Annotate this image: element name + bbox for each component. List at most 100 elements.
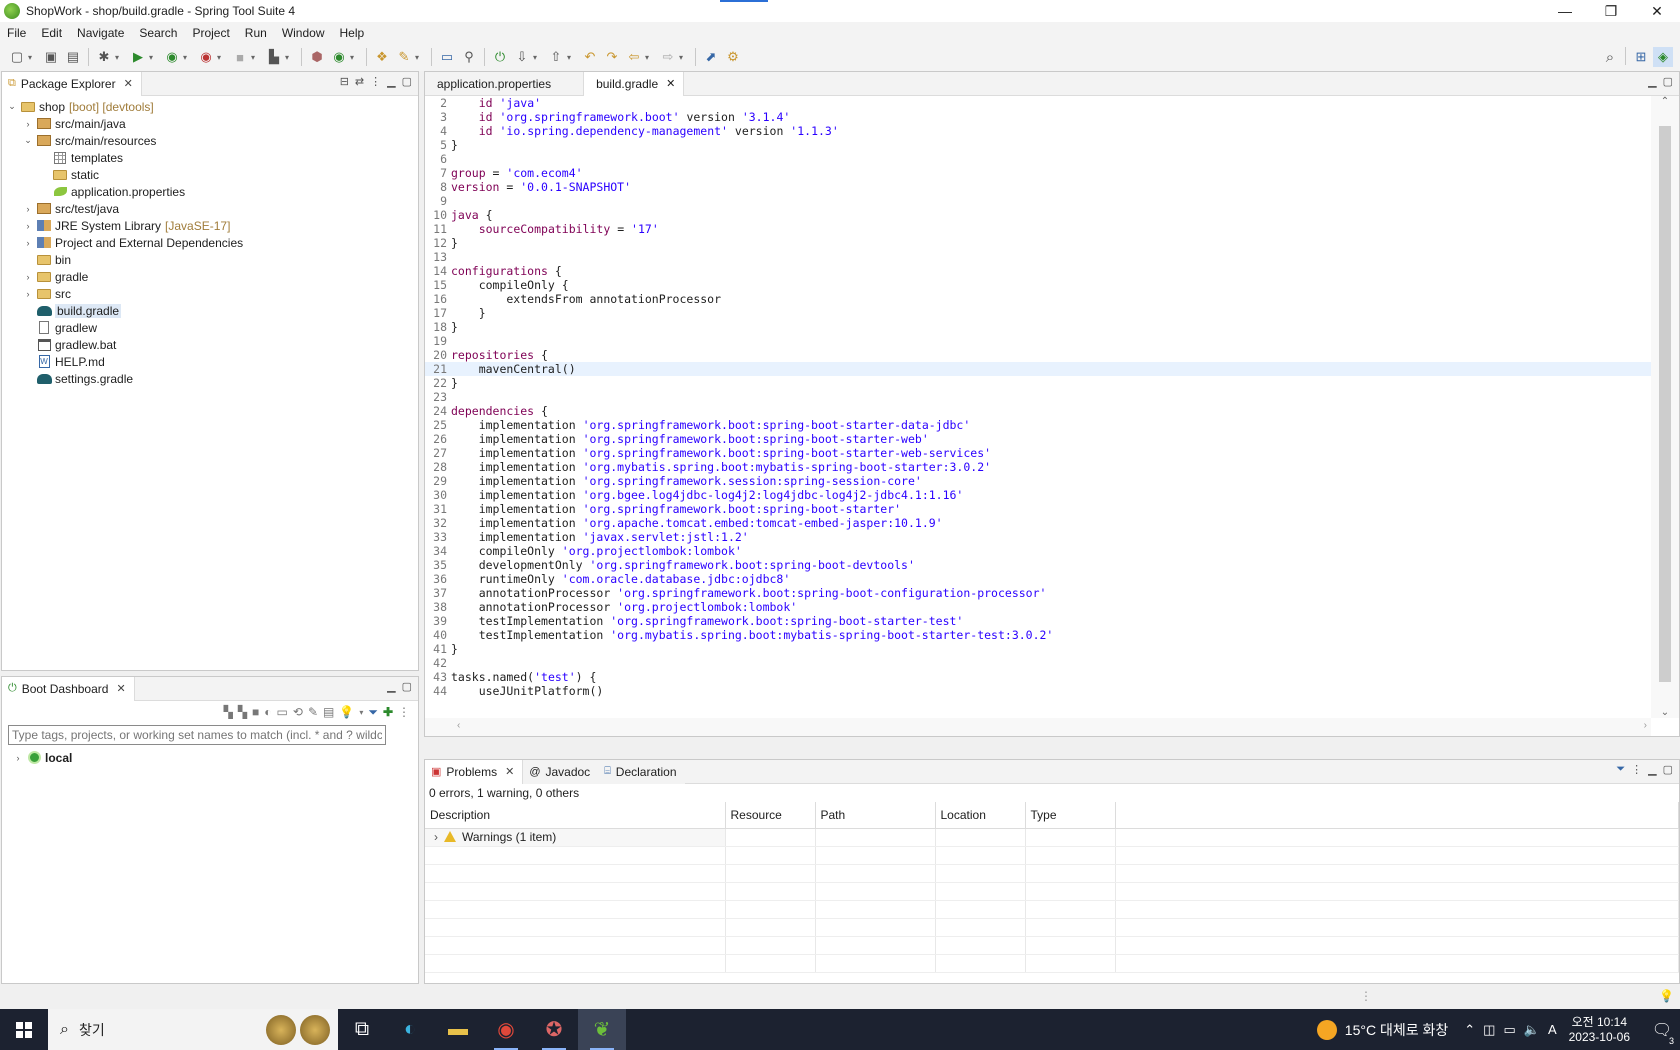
code-line[interactable]: 29 implementation 'org.springframework.s… — [425, 474, 1651, 488]
tab-application-properties[interactable]: application.properties — [425, 72, 559, 96]
weather-widget[interactable]: 15°C 대체로 화창 — [1316, 1019, 1448, 1040]
close-icon[interactable]: ✕ — [505, 765, 514, 778]
open-perspective-icon[interactable]: ⊞ — [1631, 47, 1651, 67]
code-line[interactable]: 10 java { — [425, 208, 1651, 222]
code-line[interactable]: 13 — [425, 250, 1651, 264]
view-menu-icon[interactable]: ⋮ — [398, 705, 410, 719]
code-line[interactable]: 31 implementation 'org.springframework.b… — [425, 502, 1651, 516]
tab-package-explorer[interactable]: ⧉ Package Explorer ✕ — [2, 71, 142, 96]
code-line[interactable]: 20 repositories { — [425, 348, 1651, 362]
close-icon[interactable]: ✕ — [666, 77, 675, 90]
ime-indicator[interactable]: A — [1548, 1022, 1557, 1038]
lightbulb-icon[interactable]: 💡 — [1659, 989, 1674, 1003]
code-line[interactable]: 2 id 'java' — [425, 96, 1651, 110]
tree-item[interactable]: build.gradle — [2, 302, 418, 319]
code-line[interactable]: 21 mavenCentral() — [425, 362, 1651, 376]
last-edit-icon[interactable]: ↶ — [580, 47, 600, 67]
menu-navigate[interactable]: Navigate — [70, 26, 132, 40]
horizontal-scrollbar[interactable]: ‹ › — [425, 718, 1651, 736]
open-type-icon[interactable]: ❖ — [372, 47, 392, 67]
volume-icon[interactable]: 🔈 — [1524, 1022, 1540, 1038]
close-icon[interactable]: ✕ — [116, 682, 125, 695]
edit-icon[interactable]: ✎ — [308, 705, 318, 719]
menu-file[interactable]: File — [0, 26, 34, 40]
code-line[interactable]: 4 id 'io.spring.dependency-management' v… — [425, 124, 1651, 138]
chevron-right-icon[interactable]: › — [22, 119, 34, 129]
open-task-icon[interactable]: ✎ — [394, 47, 414, 67]
code-line[interactable]: 25 implementation 'org.springframework.b… — [425, 418, 1651, 432]
code-line[interactable]: 12} — [425, 236, 1651, 250]
relaunch-icon[interactable]: ▙ — [264, 47, 284, 67]
tree-item[interactable]: gradlew.bat — [2, 336, 418, 353]
code-line[interactable]: 26 implementation 'org.springframework.b… — [425, 432, 1651, 446]
forward-icon[interactable]: ⇨ — [658, 47, 678, 67]
tab-problems[interactable]: ▣ Problems ✕ — [425, 759, 524, 784]
chevron-down-icon[interactable]: ▾ — [183, 53, 191, 62]
chevron-down-icon[interactable]: ▾ — [251, 53, 259, 62]
next-annotation-icon[interactable]: ⇩ — [512, 47, 532, 67]
scroll-up-icon[interactable]: ⌃ — [1651, 96, 1679, 107]
column-description[interactable]: Description — [425, 802, 726, 829]
minimize-icon[interactable]: ▁ — [1648, 75, 1656, 88]
tree-item[interactable]: static — [2, 166, 418, 183]
chevron-down-icon[interactable]: ⌄ — [6, 101, 18, 112]
debug-icon[interactable]: ✱ — [94, 47, 114, 67]
code-line[interactable]: 42 — [425, 656, 1651, 670]
stop-icon[interactable]: ■ — [252, 705, 259, 719]
close-icon[interactable]: ✕ — [124, 77, 133, 90]
back-icon[interactable]: ⇦ — [624, 47, 644, 67]
code-line[interactable]: 38 annotationProcessor 'org.projectlombo… — [425, 600, 1651, 614]
chevron-right-icon[interactable]: › — [12, 753, 24, 763]
restore-button[interactable]: ❐ — [1588, 0, 1634, 22]
add-icon[interactable]: ✚ — [383, 705, 393, 719]
close-button[interactable]: ✕ — [1634, 0, 1680, 22]
run-icon[interactable]: ▶ — [128, 47, 148, 67]
tree-item[interactable]: W HELP.md — [2, 353, 418, 370]
boot-dashboard-item-local[interactable]: › local — [2, 749, 418, 766]
tree-item[interactable]: ⌄ src/main/resources — [2, 132, 418, 149]
chevron-down-icon[interactable]: ⌄ — [22, 135, 34, 146]
pin-editor-icon[interactable]: ⬈ — [701, 47, 721, 67]
view-menu-icon[interactable]: ⋮ — [1631, 763, 1642, 776]
save-all-icon[interactable]: ▤ — [63, 47, 83, 67]
previous-annotation-icon[interactable]: ⇧ — [546, 47, 566, 67]
save-icon[interactable]: ▣ — [41, 47, 61, 67]
code-line[interactable]: 28 implementation 'org.mybatis.spring.bo… — [425, 460, 1651, 474]
code-line[interactable]: 39 testImplementation 'org.springframewo… — [425, 614, 1651, 628]
spring-perspective-icon[interactable]: ◈ — [1653, 47, 1673, 67]
chevron-down-icon[interactable]: ▾ — [350, 53, 358, 62]
new-icon[interactable]: ▢ — [7, 47, 27, 67]
minimize-icon[interactable]: ▁ — [387, 75, 395, 88]
chevron-down-icon[interactable]: ▾ — [567, 53, 575, 62]
chevron-down-icon[interactable]: ▾ — [149, 53, 157, 62]
code-line[interactable]: 36 runtimeOnly 'com.oracle.database.jdbc… — [425, 572, 1651, 586]
menu-edit[interactable]: Edit — [34, 26, 70, 40]
code-line[interactable]: 5} — [425, 138, 1651, 152]
menu-run[interactable]: Run — [238, 26, 275, 40]
chevron-down-icon[interactable]: ▾ — [217, 53, 225, 62]
tab-declaration[interactable]: ⌸ Declaration — [598, 759, 685, 784]
external-tools-icon[interactable]: ◉ — [196, 47, 216, 67]
debug-start-icon[interactable]: ▚ — [238, 705, 247, 719]
taskbar-clock[interactable]: 오전 10:14 2023-10-06 — [1569, 1015, 1630, 1045]
vertical-scrollbar[interactable]: ⌃ ⌄ — [1651, 96, 1679, 718]
chevron-down-icon[interactable]: ▾ — [28, 53, 36, 62]
chevron-right-icon[interactable]: › — [22, 204, 34, 214]
code-line[interactable]: 35 developmentOnly 'org.springframework.… — [425, 558, 1651, 572]
chevron-down-icon[interactable]: ▾ — [679, 53, 687, 62]
spring-boot-icon[interactable]: ⏻ — [490, 47, 510, 67]
code-line[interactable]: 9 — [425, 194, 1651, 208]
tree-item[interactable]: › src — [2, 285, 418, 302]
code-line[interactable]: 34 compileOnly 'org.projectlombok:lombok… — [425, 544, 1651, 558]
collapse-all-icon[interactable]: ⊟ — [340, 75, 349, 88]
tree-item[interactable]: › JRE System Library [JavaSE-17] — [2, 217, 418, 234]
code-line[interactable]: 32 implementation 'org.apache.tomcat.emb… — [425, 516, 1651, 530]
game-app-icon[interactable]: ✪ — [530, 1009, 578, 1050]
tree-item[interactable]: application.properties — [2, 183, 418, 200]
code-line[interactable]: 24 dependencies { — [425, 404, 1651, 418]
code-line[interactable]: 14 configurations { — [425, 264, 1651, 278]
code-line[interactable]: 30 implementation 'org.bgee.log4jdbc-log… — [425, 488, 1651, 502]
column-type[interactable]: Type — [1025, 802, 1116, 829]
boot-dashboard-filter-input[interactable] — [8, 725, 386, 745]
chevron-right-icon[interactable]: › — [434, 830, 438, 844]
